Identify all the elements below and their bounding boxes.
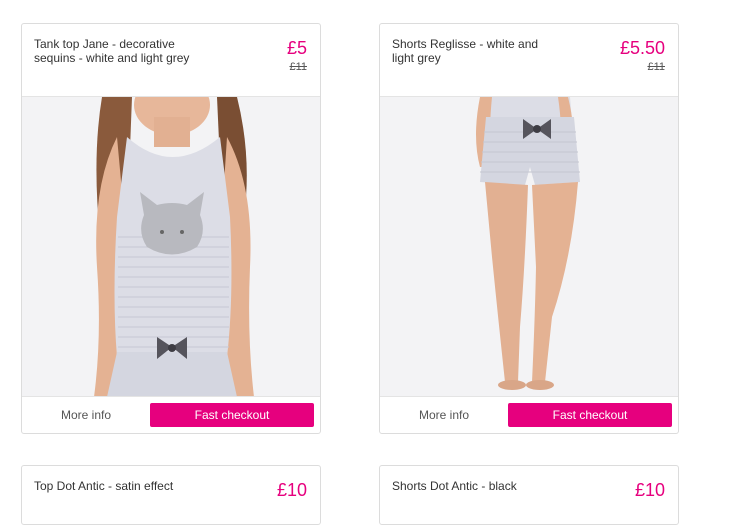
product-card: Shorts Dot Antic - black £10 [379, 465, 679, 525]
product-image-tank-top[interactable] [22, 97, 320, 397]
product-card-header: Shorts Dot Antic - black £10 [380, 466, 678, 524]
product-old-price: £11 [647, 61, 665, 73]
product-card: Tank top Jane - decorative sequins - whi… [21, 23, 321, 434]
more-info-link[interactable]: More info [380, 397, 508, 433]
product-price: £5.50 [619, 38, 665, 58]
fast-checkout-button[interactable]: Fast checkout [150, 403, 314, 427]
more-info-link[interactable]: More info [22, 397, 150, 433]
product-card-header: Shorts Reglisse - white and light grey £… [380, 24, 678, 97]
product-card-header: Top Dot Antic - satin effect £10 [22, 466, 320, 524]
product-card: Top Dot Antic - satin effect £10 [21, 465, 321, 525]
product-card-header: Tank top Jane - decorative sequins - whi… [22, 24, 320, 97]
product-title[interactable]: Tank top Jane - decorative sequins - whi… [34, 37, 194, 65]
product-price: £10 [634, 480, 665, 500]
product-price: £5 [286, 38, 307, 58]
product-title[interactable]: Shorts Reglisse - white and light grey [392, 37, 552, 65]
product-card: Shorts Reglisse - white and light grey £… [379, 23, 679, 434]
product-price: £10 [276, 480, 307, 500]
product-old-price: £11 [289, 61, 307, 73]
product-image-shorts[interactable] [380, 97, 678, 397]
fast-checkout-button[interactable]: Fast checkout [508, 403, 672, 427]
product-card-footer: More info Fast checkout [22, 397, 320, 433]
product-card-footer: More info Fast checkout [380, 397, 678, 433]
